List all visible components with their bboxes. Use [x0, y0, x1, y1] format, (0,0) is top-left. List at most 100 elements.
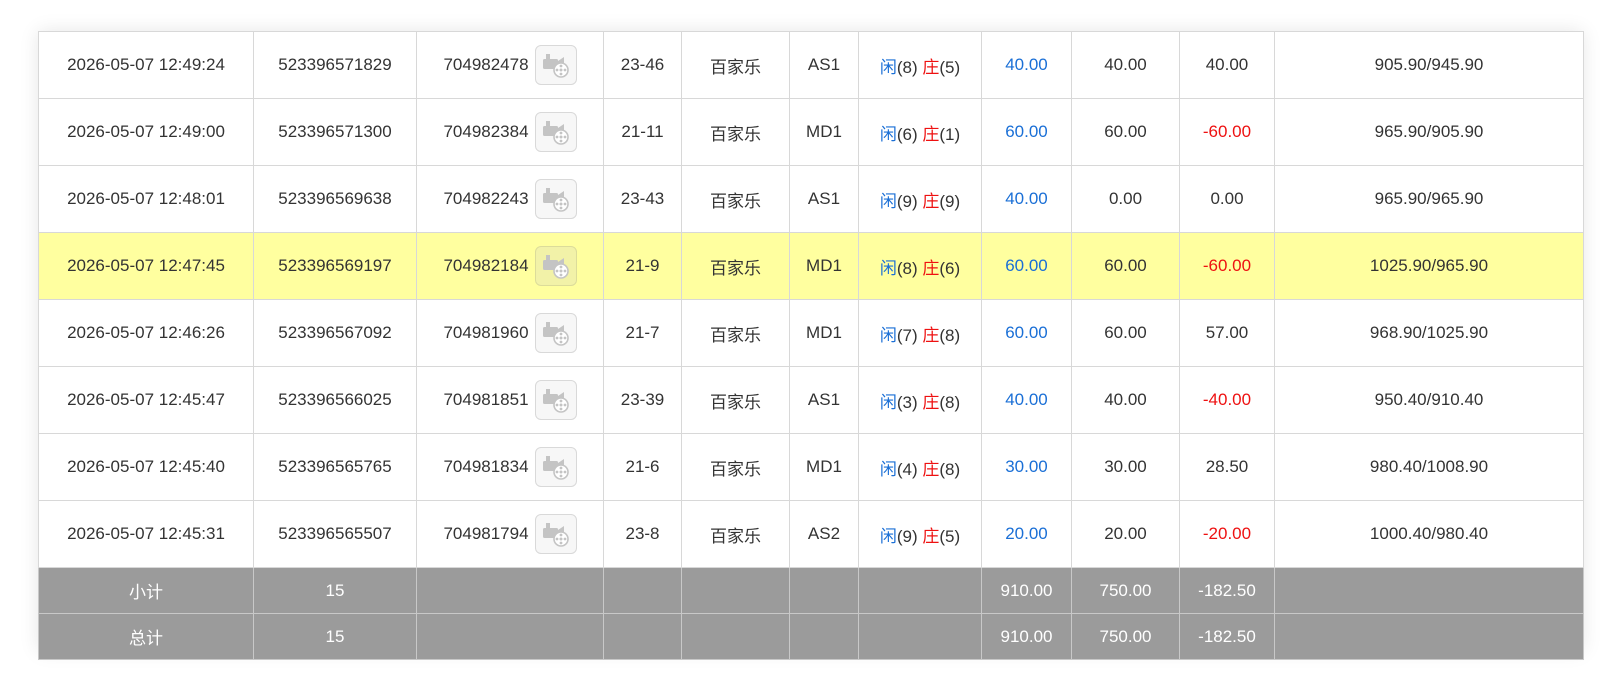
video-replay-icon[interactable]: [534, 179, 577, 219]
valid-bet: 60.00: [1071, 98, 1180, 166]
game-type: 百家乐: [681, 433, 790, 501]
player-label: 闲: [879, 325, 897, 345]
room-code: MD1: [789, 433, 859, 501]
win-loss: 0.00: [1179, 165, 1275, 233]
banker-label: 庄: [922, 124, 940, 144]
draw-id-cell: 704981834: [416, 433, 604, 501]
banker-score: (8): [939, 459, 961, 479]
order-id: 523396569638: [253, 165, 417, 233]
subtotal-count: 15: [253, 567, 417, 614]
room-code: AS2: [789, 500, 859, 568]
bet-time: 2026-05-07 12:48:01: [38, 165, 254, 233]
order-id: 523396565765: [253, 433, 417, 501]
table-body: 2026-05-07 12:49:24 523396571829 704982478…: [38, 31, 1584, 568]
banker-label: 庄: [922, 191, 940, 211]
player-label: 闲: [879, 526, 897, 546]
win-loss: -20.00: [1179, 500, 1275, 568]
balance-change: 965.90/965.90: [1274, 165, 1584, 233]
video-replay-icon[interactable]: [534, 447, 577, 487]
bet-amount: 40.00: [981, 31, 1072, 99]
banker-score: (9): [939, 191, 961, 211]
draw-id-cell: 704981851: [416, 366, 604, 434]
banker-label: 庄: [922, 258, 940, 278]
total-win-loss: -182.50: [1179, 613, 1275, 660]
video-replay-icon[interactable]: [534, 514, 577, 554]
player-score: (8): [896, 57, 918, 77]
video-replay-icon[interactable]: [534, 112, 577, 152]
result-cell: 闲(6) 庄(1): [858, 98, 982, 166]
balance-change: 980.40/1008.90: [1274, 433, 1584, 501]
player-label: 闲: [879, 191, 897, 211]
banker-label: 庄: [922, 459, 940, 479]
bet-time: 2026-05-07 12:49:24: [38, 31, 254, 99]
draw-id-cell: 704982184: [416, 232, 604, 300]
banker-score: (8): [939, 325, 961, 345]
balance-change: 950.40/910.40: [1274, 366, 1584, 434]
bet-time: 2026-05-07 12:47:45: [38, 232, 254, 300]
player-label: 闲: [879, 124, 897, 144]
room-code: MD1: [789, 299, 859, 367]
draw-id-cell: 704982243: [416, 165, 604, 233]
table-number: 23-8: [603, 500, 682, 568]
table-number: 21-9: [603, 232, 682, 300]
result-cell: 闲(8) 庄(6): [858, 232, 982, 300]
valid-bet: 30.00: [1071, 433, 1180, 501]
banker-label: 庄: [922, 392, 940, 412]
video-replay-icon[interactable]: [534, 380, 577, 420]
player-score: (4): [896, 459, 918, 479]
win-loss: -60.00: [1179, 232, 1275, 300]
bet-amount: 40.00: [981, 165, 1072, 233]
valid-bet: 60.00: [1071, 232, 1180, 300]
room-code: AS1: [789, 165, 859, 233]
draw-id-cell: 704981960: [416, 299, 604, 367]
win-loss: 28.50: [1179, 433, 1275, 501]
banker-label: 庄: [922, 526, 940, 546]
player-score: (9): [896, 191, 918, 211]
total-count: 15: [253, 613, 417, 660]
order-id: 523396571300: [253, 98, 417, 166]
banker-score: (5): [939, 57, 961, 77]
table-row: 2026-05-07 12:48:01 523396569638 704982243…: [38, 165, 1584, 233]
table-number: 23-46: [603, 31, 682, 99]
player-score: (7): [896, 325, 918, 345]
game-type: 百家乐: [681, 232, 790, 300]
banker-label: 庄: [922, 57, 940, 77]
player-score: (3): [896, 392, 918, 412]
result-cell: 闲(4) 庄(8): [858, 433, 982, 501]
subtotal-win-loss: -182.50: [1179, 567, 1275, 614]
table-number: 21-11: [603, 98, 682, 166]
room-code: MD1: [789, 98, 859, 166]
video-replay-icon[interactable]: [534, 45, 577, 85]
banker-label: 庄: [922, 325, 940, 345]
video-replay-icon[interactable]: [534, 246, 577, 286]
total-row: 总计 15 910.00 750.00 -182.50: [38, 613, 1584, 660]
total-label: 总计: [38, 613, 254, 660]
result-cell: 闲(7) 庄(8): [858, 299, 982, 367]
player-label: 闲: [879, 57, 897, 77]
player-label: 闲: [879, 392, 897, 412]
player-label: 闲: [879, 258, 897, 278]
valid-bet: 60.00: [1071, 299, 1180, 367]
balance-change: 965.90/905.90: [1274, 98, 1584, 166]
table-row: 2026-05-07 12:45:31 523396565507 704981794…: [38, 500, 1584, 568]
win-loss: 57.00: [1179, 299, 1275, 367]
order-id: 523396565507: [253, 500, 417, 568]
game-type: 百家乐: [681, 366, 790, 434]
balance-change: 905.90/945.90: [1274, 31, 1584, 99]
player-score: (8): [896, 258, 918, 278]
table-row: 2026-05-07 12:45:40 523396565765 704981834…: [38, 433, 1584, 501]
table-row: 2026-05-07 12:46:26 523396567092 704981960…: [38, 299, 1584, 367]
subtotal-bet: 910.00: [981, 567, 1072, 614]
table-number: 21-6: [603, 433, 682, 501]
draw-id: 704981851: [443, 390, 529, 409]
table-number: 23-43: [603, 165, 682, 233]
video-replay-icon[interactable]: [534, 313, 577, 353]
banker-score: (5): [939, 526, 961, 546]
player-score: (9): [896, 526, 918, 546]
draw-id-cell: 704982384: [416, 98, 604, 166]
table-number: 21-7: [603, 299, 682, 367]
win-loss: -40.00: [1179, 366, 1275, 434]
bet-amount: 60.00: [981, 98, 1072, 166]
order-id: 523396567092: [253, 299, 417, 367]
banker-score: (8): [939, 392, 961, 412]
